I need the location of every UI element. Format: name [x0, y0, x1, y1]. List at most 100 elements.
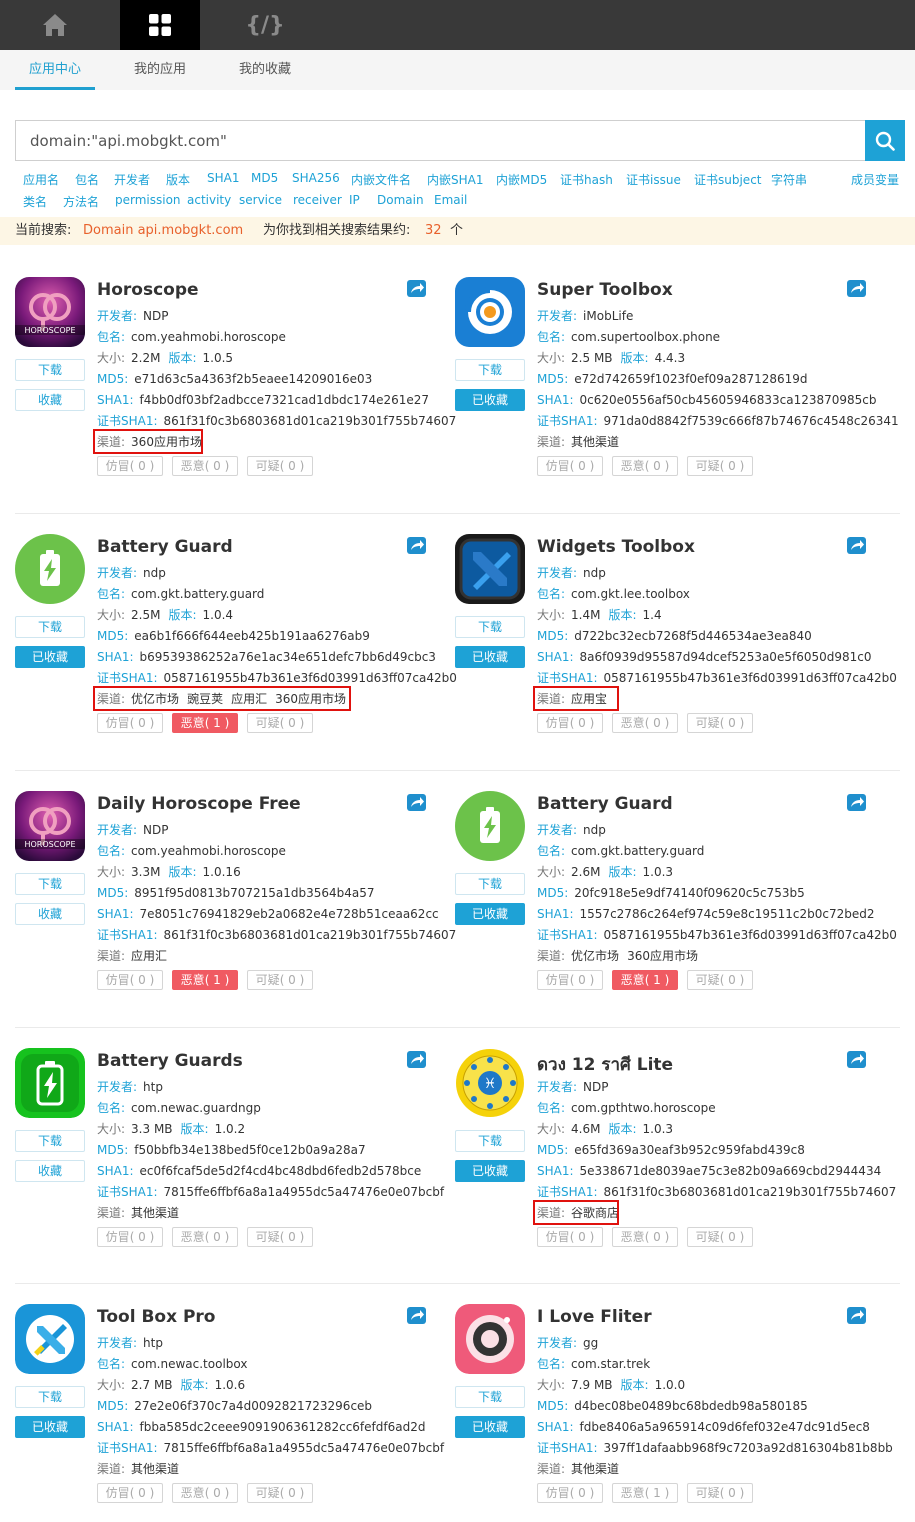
search-button[interactable] — [865, 120, 905, 161]
favorite-button[interactable]: 收藏 — [15, 1160, 85, 1182]
malicious-rating-button[interactable]: 恶意( 1 ) — [612, 970, 678, 990]
battery-guard-app-icon[interactable] — [15, 534, 85, 604]
super-toolbox-app-icon[interactable] — [455, 277, 525, 347]
filter-link[interactable]: 成员变量 — [851, 171, 899, 188]
download-button[interactable]: 下载 — [15, 616, 85, 638]
favorite-button[interactable]: 已收藏 — [455, 1416, 525, 1438]
version-value[interactable]: 4.4.3 — [655, 351, 686, 365]
malicious-rating-button[interactable]: 恶意( 0 ) — [172, 1483, 238, 1503]
fake-rating-button[interactable]: 仿冒( 0 ) — [537, 970, 603, 990]
sha1-value[interactable]: 8a6f0939d95587d94dcef5253a0e5f6050d981c0 — [580, 650, 872, 664]
fake-rating-button[interactable]: 仿冒( 0 ) — [97, 1227, 163, 1247]
app-name[interactable]: Battery Guard — [537, 794, 673, 814]
sha1-value[interactable]: fdbe8406a5a965914c09d6fef032e47dc91d5ec8 — [580, 1420, 870, 1434]
app-name[interactable]: Super Toolbox — [537, 280, 673, 300]
download-button[interactable]: 下载 — [15, 359, 85, 381]
channel-value[interactable]: 其他渠道 — [131, 1462, 179, 1476]
channel-value[interactable]: 应用汇 — [131, 949, 167, 963]
share-icon[interactable] — [407, 280, 426, 297]
filter-link[interactable]: 字符串 — [771, 171, 807, 188]
version-value[interactable]: 1.0.6 — [215, 1378, 246, 1392]
malicious-rating-button[interactable]: 恶意( 0 ) — [172, 1227, 238, 1247]
cert-sha1-value[interactable]: 7815ffe6ffbf6a8a1a4955dc5a47476e0e07bcbf — [164, 1185, 445, 1199]
favorite-button[interactable]: 已收藏 — [455, 389, 525, 411]
share-icon[interactable] — [847, 1051, 866, 1068]
app-name[interactable]: Widgets Toolbox — [537, 537, 695, 557]
md5-value[interactable]: d722bc32ecb7268f5d446534ae3ea840 — [574, 629, 811, 643]
favorite-button[interactable]: 收藏 — [15, 903, 85, 925]
developer-value[interactable]: ndp — [583, 566, 606, 580]
horoscope-app-icon[interactable]: HOROSCOPE — [15, 791, 85, 861]
package-value[interactable]: com.yeahmobi.horoscope — [131, 330, 286, 344]
favorite-button[interactable]: 收藏 — [15, 389, 85, 411]
suspicious-rating-button[interactable]: 可疑( 0 ) — [687, 1227, 753, 1247]
malicious-rating-button[interactable]: 恶意( 0 ) — [172, 456, 238, 476]
sha1-value[interactable]: 7e8051c76941829eb2a0682e4e728b51ceaa62cc — [140, 907, 439, 921]
widgets-toolbox-app-icon[interactable] — [455, 534, 525, 604]
favorite-button[interactable]: 已收藏 — [455, 903, 525, 925]
channel-value[interactable]: 优亿市场 — [571, 949, 619, 963]
md5-value[interactable]: 8951f95d0813b707215a1db3564b4a57 — [134, 886, 374, 900]
malicious-rating-button[interactable]: 恶意( 0 ) — [612, 456, 678, 476]
download-button[interactable]: 下载 — [455, 359, 525, 381]
version-value[interactable]: 1.0.4 — [203, 608, 234, 622]
download-button[interactable]: 下载 — [455, 616, 525, 638]
cert-sha1-value[interactable]: 861f31f0c3b6803681d01ca219b301f755b74607 — [604, 1185, 897, 1199]
filter-link[interactable]: Email — [434, 193, 467, 207]
package-value[interactable]: com.newac.guardngp — [131, 1101, 261, 1115]
favorite-button[interactable]: 已收藏 — [455, 1160, 525, 1182]
version-value[interactable]: 1.4 — [643, 608, 662, 622]
developer-value[interactable]: ndp — [583, 823, 606, 837]
cert-sha1-value[interactable]: 971da0d8842f7539c666f87b74676c4548c26341 — [604, 414, 899, 428]
version-value[interactable]: 1.0.2 — [215, 1122, 246, 1136]
developer-value[interactable]: NDP — [143, 309, 168, 323]
version-value[interactable]: 1.0.3 — [643, 865, 674, 879]
malicious-rating-button[interactable]: 恶意( 0 ) — [612, 713, 678, 733]
filter-link[interactable]: SHA1 — [207, 171, 239, 185]
download-button[interactable]: 下载 — [15, 873, 85, 895]
developer-value[interactable]: ndp — [143, 566, 166, 580]
filter-link[interactable]: service — [239, 193, 282, 207]
package-value[interactable]: com.gkt.battery.guard — [571, 844, 704, 858]
share-icon[interactable] — [847, 1307, 866, 1324]
developer-value[interactable]: NDP — [583, 1080, 608, 1094]
md5-value[interactable]: 27e2e06f370c7a4d0092821723296ceb — [134, 1399, 372, 1413]
md5-value[interactable]: d4bec08be0489bc68bdedb98a580185 — [574, 1399, 807, 1413]
zodiac-app-icon[interactable]: ♓ — [455, 1048, 525, 1118]
filter-link[interactable]: 类名 — [23, 193, 47, 210]
cert-sha1-value[interactable]: 861f31f0c3b6803681d01ca219b301f755b74607 — [164, 928, 457, 942]
app-name[interactable]: Battery Guards — [97, 1051, 243, 1071]
suspicious-rating-button[interactable]: 可疑( 0 ) — [687, 456, 753, 476]
version-value[interactable]: 1.0.0 — [655, 1378, 686, 1392]
filter-link[interactable]: 版本 — [166, 171, 190, 188]
sha1-value[interactable]: 1557c2786c264ef974c59e8c19511c2b0c72bed2 — [580, 907, 875, 921]
package-value[interactable]: com.newac.toolbox — [131, 1357, 247, 1371]
malicious-rating-button[interactable]: 恶意( 1 ) — [172, 713, 238, 733]
malicious-rating-button[interactable]: 恶意( 0 ) — [612, 1227, 678, 1247]
app-name[interactable]: Tool Box Pro — [97, 1307, 216, 1327]
search-input[interactable] — [15, 120, 865, 161]
filter-link[interactable]: permission — [115, 193, 181, 207]
filter-link[interactable]: MD5 — [251, 171, 278, 185]
code-icon[interactable]: {/} — [225, 0, 305, 50]
md5-value[interactable]: e71d63c5a4363f2b5eaee14209016e03 — [134, 372, 372, 386]
fake-rating-button[interactable]: 仿冒( 0 ) — [97, 970, 163, 990]
favorite-button[interactable]: 已收藏 — [15, 646, 85, 668]
battery-guards-app-icon[interactable] — [15, 1048, 85, 1118]
developer-value[interactable]: htp — [143, 1336, 163, 1350]
cert-sha1-value[interactable]: 0587161955b47b361e3f6d03991d63ff07ca42b0 — [604, 671, 897, 685]
tab-app-center[interactable]: 应用中心 — [15, 50, 95, 90]
app-name[interactable]: Horoscope — [97, 280, 199, 300]
share-icon[interactable] — [847, 280, 866, 297]
version-value[interactable]: 1.0.3 — [643, 1122, 674, 1136]
channel-value[interactable]: 360应用市场 — [627, 949, 698, 963]
package-value[interactable]: com.gpthtwo.horoscope — [571, 1101, 716, 1115]
share-icon[interactable] — [847, 794, 866, 811]
filter-link[interactable]: 证书hash — [560, 171, 613, 188]
app-name[interactable]: Daily Horoscope Free — [97, 794, 301, 814]
fake-rating-button[interactable]: 仿冒( 0 ) — [537, 1483, 603, 1503]
package-value[interactable]: com.yeahmobi.horoscope — [131, 844, 286, 858]
tool-box-pro-app-icon[interactable] — [15, 1304, 85, 1374]
cert-sha1-value[interactable]: 861f31f0c3b6803681d01ca219b301f755b74607 — [164, 414, 457, 428]
suspicious-rating-button[interactable]: 可疑( 0 ) — [247, 970, 313, 990]
